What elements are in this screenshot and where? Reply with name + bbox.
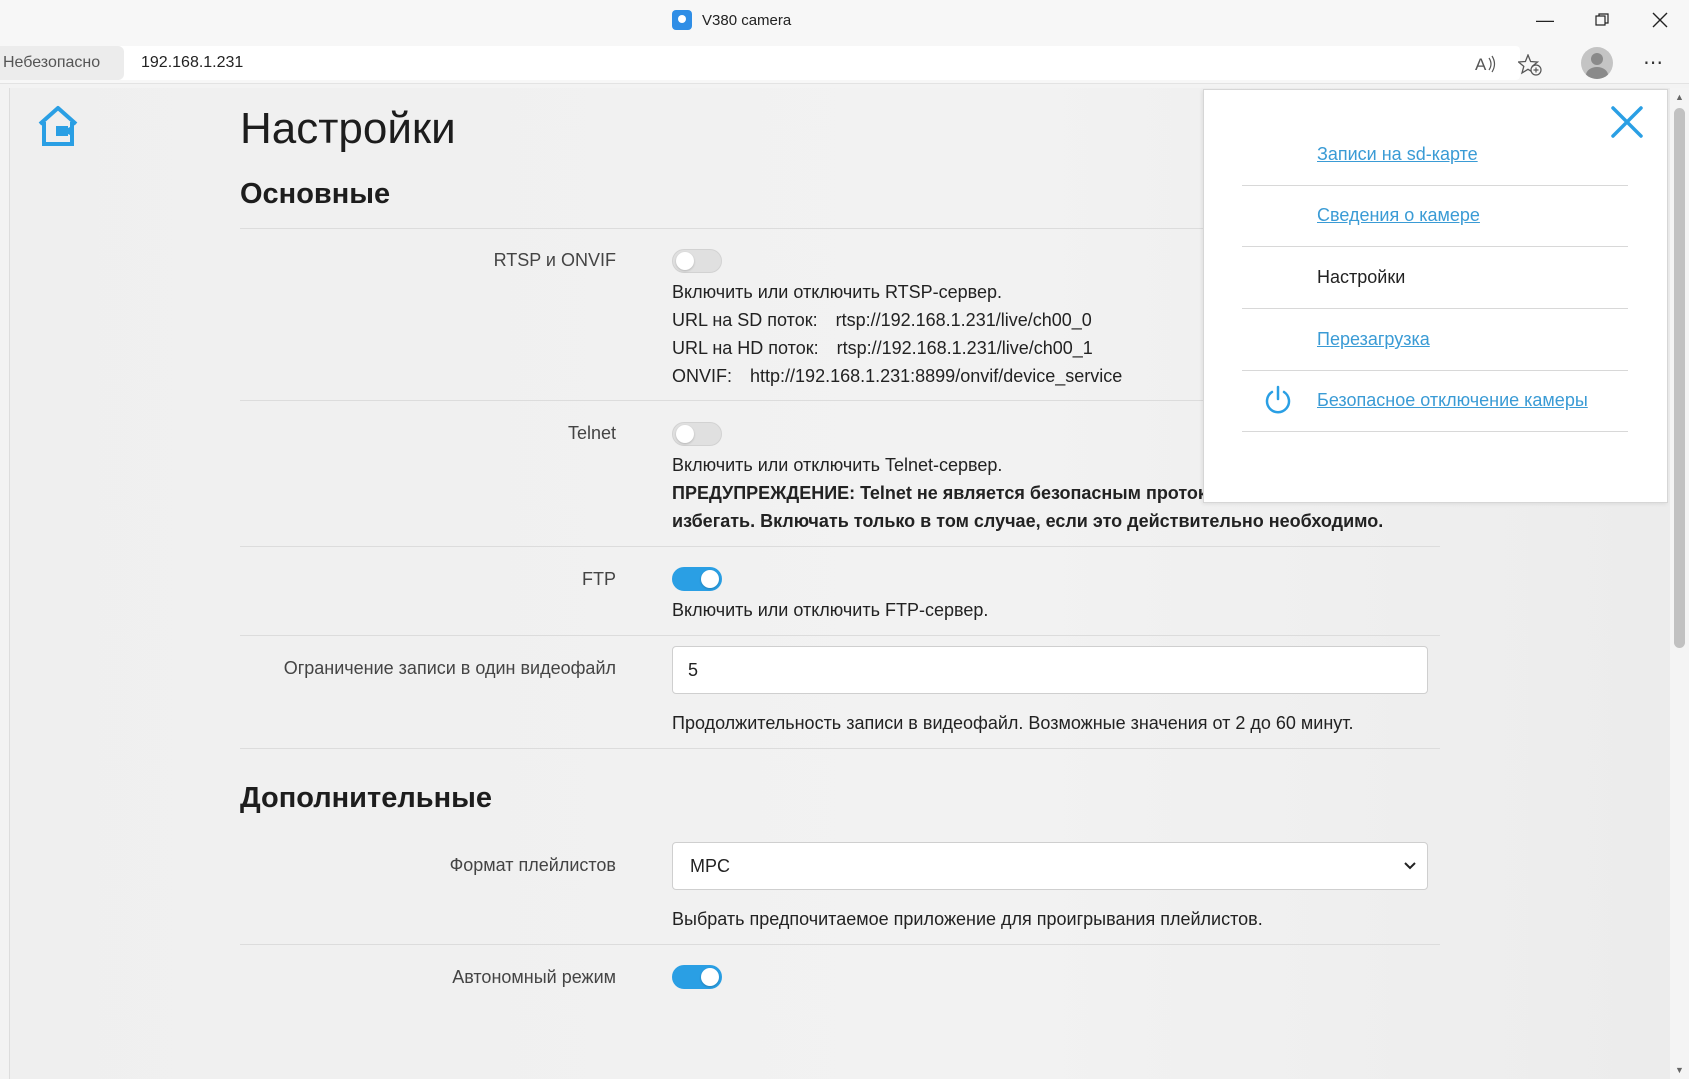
playlist-format-select[interactable]: MPC (672, 842, 1428, 890)
window-title: V380 camera (702, 11, 792, 29)
telnet-description: Включить или отключить Telnet-сервер. (672, 455, 1003, 475)
side-menu: Записи на sd-карте Сведения о камере Нас… (1203, 89, 1668, 503)
page-scrollbar[interactable]: ▲ ▼ (1670, 88, 1689, 1079)
scroll-down-icon[interactable]: ▼ (1675, 1065, 1684, 1075)
ftp-label: FTP (582, 569, 616, 589)
section-basic-title: Основные (240, 178, 391, 210)
autonomous-toggle[interactable] (672, 965, 722, 989)
page-title: Настройки (240, 104, 456, 153)
rtsp-label: RTSP и ONVIF (493, 250, 616, 270)
onvif-url: http://192.168.1.231:8899/onvif/device_s… (750, 366, 1123, 386)
restore-icon (1595, 13, 1609, 26)
rtsp-hd-row: URL на HD поток: rtsp://192.168.1.231/liv… (672, 338, 1093, 359)
menu-link-camera-info[interactable]: Сведения о камере (1317, 205, 1480, 226)
divider (240, 635, 1440, 636)
scroll-up-icon[interactable]: ▲ (1675, 92, 1684, 102)
close-window-button[interactable] (1640, 6, 1680, 34)
onvif-row: ONVIF: http://192.168.1.231:8899/onvif/de… (672, 366, 1122, 387)
autonomous-label: Автономный режим (452, 967, 616, 987)
menu-item-settings[interactable]: Настройки (1242, 247, 1628, 309)
divider (240, 944, 1440, 945)
minimize-icon: — (1536, 9, 1554, 30)
menu-link-reboot[interactable]: Перезагрузка (1317, 329, 1430, 350)
power-icon (1265, 385, 1291, 414)
favorite-add-icon[interactable] (1516, 53, 1542, 81)
close-icon (1652, 12, 1668, 28)
record-limit-input[interactable] (672, 646, 1428, 694)
restore-button[interactable] (1582, 6, 1622, 34)
menu-item-camera-info[interactable]: Сведения о камере (1242, 185, 1628, 247)
rtsp-sd-row: URL на SD поток: rtsp://192.168.1.231/liv… (672, 310, 1092, 331)
address-bar: Небезопасно 192.168.1.231 A ⋯ (0, 42, 1689, 84)
read-aloud-icon[interactable]: A (1475, 54, 1497, 79)
rtsp-hd-url: rtsp://192.168.1.231/live/ch00_1 (836, 338, 1093, 358)
home-camera-icon[interactable] (36, 104, 80, 148)
rtsp-description: Включить или отключить RTSP-сервер. (672, 282, 1003, 302)
camera-app-icon (672, 10, 692, 30)
playlist-format-description: Выбрать предпочитаемое приложение для пр… (672, 909, 1263, 929)
menu-label-settings: Настройки (1317, 267, 1406, 287)
minimize-button[interactable]: — (1525, 6, 1565, 34)
section-additional-title: Дополнительные (240, 782, 492, 814)
telnet-label: Telnet (567, 423, 616, 443)
record-limit-description: Продолжительность записи в видеофайл. Во… (672, 713, 1354, 733)
menu-link-safe-shutdown[interactable]: Безопасное отключение камеры (1317, 390, 1588, 411)
telnet-warning-2: избегать. Включать только в том случае, … (672, 511, 1384, 531)
rtsp-hd-label: URL на HD поток: (672, 338, 819, 358)
playlist-format-label: Формат плейлистов (449, 855, 616, 875)
security-label: Небезопасно (3, 54, 101, 71)
record-limit-label: Ограничение записи в один видеофайл (283, 658, 616, 678)
divider (240, 546, 1440, 547)
menu-item-reboot[interactable]: Перезагрузка (1242, 309, 1628, 371)
svg-text:A: A (1475, 55, 1487, 74)
more-options-icon[interactable]: ⋯ (1643, 50, 1664, 75)
divider (240, 748, 1440, 749)
scroll-thumb[interactable] (1674, 108, 1685, 648)
ftp-toggle[interactable] (672, 567, 722, 591)
menu-item-safe-shutdown[interactable]: Безопасное отключение камеры (1242, 370, 1628, 432)
playlist-format-value: MPC (690, 855, 730, 876)
telnet-warning-line-2: избегать. Включать только в том случае, … (672, 511, 1383, 532)
menu-item-sd-records[interactable]: Записи на sd-карте (1242, 124, 1628, 186)
telnet-toggle[interactable] (672, 422, 722, 446)
onvif-label: ONVIF: (672, 366, 733, 386)
rtsp-sd-label: URL на SD поток: (672, 310, 818, 330)
ftp-description: Включить или отключить FTP-сервер. (672, 600, 989, 620)
url-text[interactable]: 192.168.1.231 (141, 54, 243, 72)
menu-link-sd-records[interactable]: Записи на sd-карте (1317, 144, 1478, 165)
profile-avatar[interactable] (1581, 47, 1613, 79)
chevron-down-icon (1404, 862, 1416, 870)
window-titlebar: V380 camera — (0, 0, 1689, 42)
window-title-group: V380 camera (672, 10, 791, 30)
rtsp-sd-url: rtsp://192.168.1.231/live/ch00_0 (835, 310, 1092, 330)
security-indicator[interactable]: Небезопасно (0, 46, 124, 80)
rtsp-toggle[interactable] (672, 249, 722, 273)
